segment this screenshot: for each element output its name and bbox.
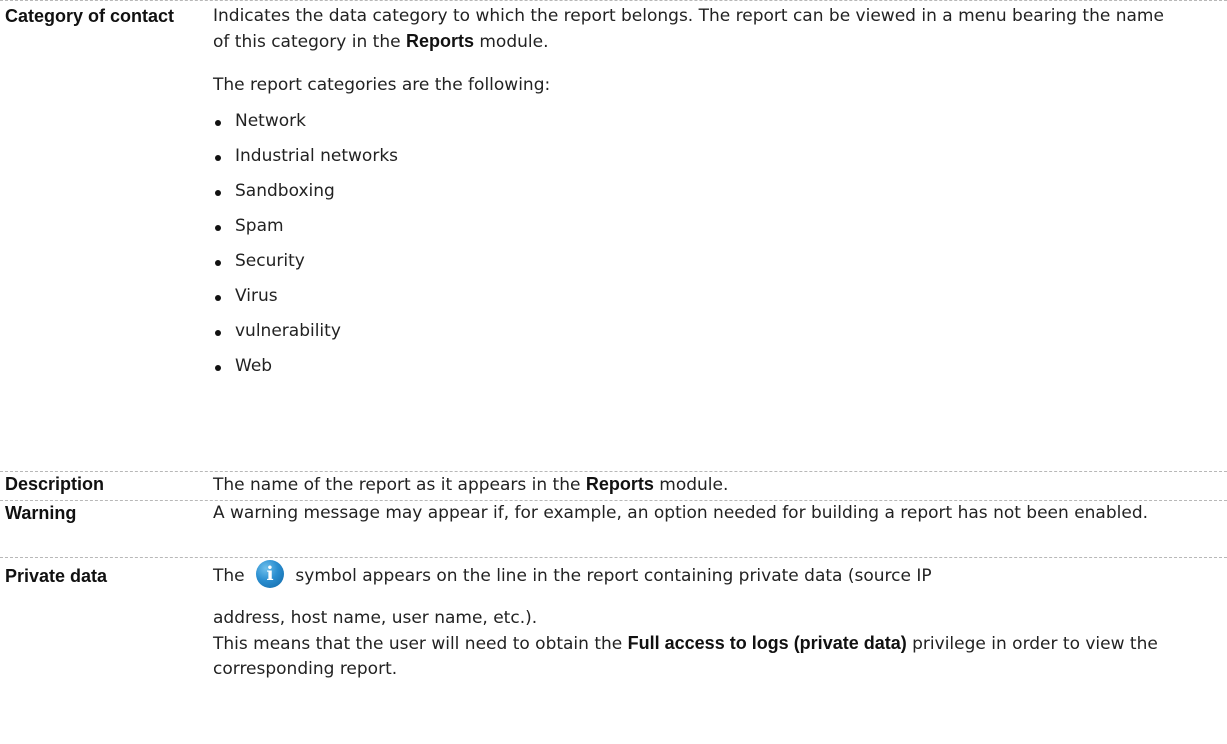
row-category: Category of contact Indicates the data c… (0, 0, 1227, 471)
list-item: Sandboxing (213, 179, 1177, 214)
category-intro-before: Indicates the data category to which the… (213, 6, 1164, 52)
row-private-data: Private data The i symbol appears on the… (0, 557, 1227, 744)
term-category-label: Category of contact (5, 6, 175, 26)
definition-table: Category of contact Indicates the data c… (0, 0, 1227, 744)
term-private-data-label: Private data (5, 566, 108, 586)
private-line1: The i symbol appears on the line in the … (213, 560, 1177, 589)
private-line3-before: This means that the user will need to ob… (213, 634, 628, 654)
category-list-intro: The report categories are the following: (213, 75, 551, 95)
category-intro: Indicates the data category to which the… (213, 4, 1177, 55)
definition-description: The name of the report as it appears in … (213, 472, 1227, 500)
list-item: Network (213, 109, 1177, 144)
definition-private-data: The i symbol appears on the line in the … (213, 560, 1227, 744)
private-line1-before: The (213, 566, 251, 586)
list-item: Industrial networks (213, 144, 1177, 179)
description-after: module. (653, 475, 729, 495)
term-private-data: Private data (0, 564, 213, 744)
term-description-label: Description (5, 474, 105, 494)
description-text: The name of the report as it appears in … (213, 472, 1177, 498)
list-item: Virus (213, 284, 1177, 319)
category-intro-bold: Reports (405, 31, 474, 51)
term-category: Category of contact (0, 4, 213, 471)
list-item: Security (213, 249, 1177, 284)
warning-text: A warning message may appear if, for exa… (213, 503, 1149, 523)
list-item: Web (213, 354, 1177, 379)
private-line2: address, host name, user name, etc.). (213, 608, 538, 628)
row-description: Description The name of the report as it… (0, 471, 1227, 500)
info-icon: i (256, 560, 285, 588)
list-item: Spam (213, 214, 1177, 249)
definition-warning: A warning message may appear if, for exa… (213, 501, 1227, 557)
private-line1-after: symbol appears on the line in the report… (290, 566, 932, 586)
term-description: Description (0, 472, 213, 500)
category-intro-after: module. (473, 32, 549, 52)
term-warning: Warning (0, 501, 213, 557)
category-list: Network Industrial networks Sandboxing S… (213, 109, 1177, 379)
description-bold: Reports (585, 474, 654, 494)
row-warning: Warning A warning message may appear if,… (0, 500, 1227, 557)
definition-category: Indicates the data category to which the… (213, 4, 1227, 471)
term-warning-label: Warning (5, 503, 77, 523)
private-line3-bold: Full access to logs (private data) (627, 633, 907, 653)
description-before: The name of the report as it appears in … (213, 475, 586, 495)
private-line3: This means that the user will need to ob… (213, 631, 1177, 682)
list-item: vulnerability (213, 319, 1177, 354)
